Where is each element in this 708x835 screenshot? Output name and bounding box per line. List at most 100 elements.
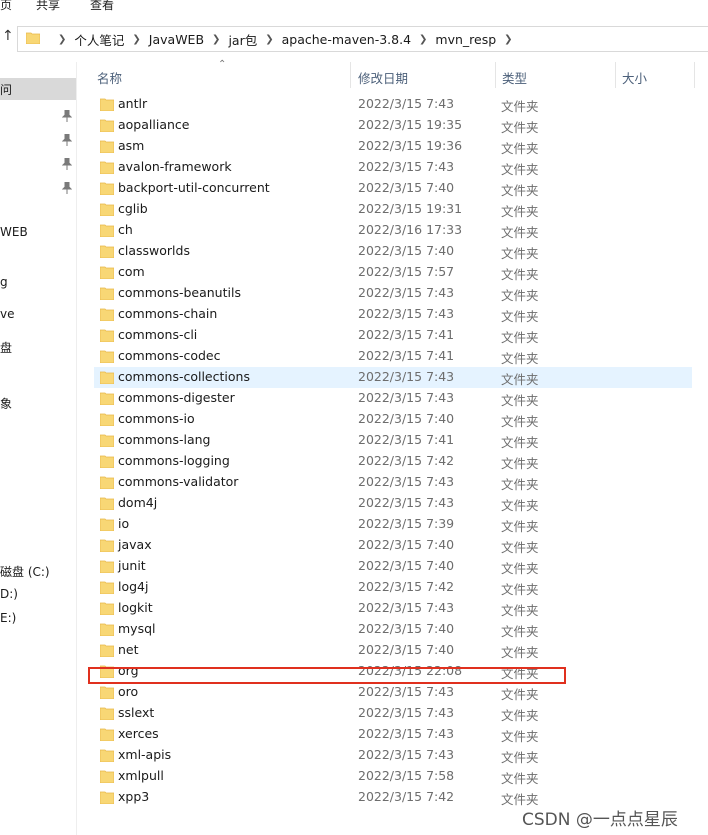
file-name[interactable]: dom4j [118,495,157,510]
file-row[interactable]: sslext 2022/3/15 7:43 文件夹 [94,703,692,724]
file-row[interactable]: commons-validator 2022/3/15 7:43 文件夹 [94,472,692,493]
file-name[interactable]: backport-util-concurrent [118,180,270,195]
file-name[interactable]: commons-digester [118,390,235,405]
file-row[interactable]: dom4j 2022/3/15 7:43 文件夹 [94,493,692,514]
nav-item-quick-access[interactable]: 问 [0,78,76,100]
column-divider[interactable] [350,62,351,88]
file-row[interactable]: avalon-framework 2022/3/15 7:43 文件夹 [94,157,692,178]
nav-item-drive-e[interactable]: E:) [0,608,76,630]
file-name[interactable]: commons-io [118,411,195,426]
nav-item-drive-c[interactable]: 磁盘 (C:) [0,560,76,582]
file-row[interactable]: io 2022/3/15 7:39 文件夹 [94,514,692,535]
breadcrumb-item[interactable]: apache-maven-3.8.4 [282,32,411,47]
file-row[interactable]: cglib 2022/3/15 19:31 文件夹 [94,199,692,220]
column-date[interactable]: 修改日期 [358,68,408,87]
pin-icon[interactable] [62,158,72,170]
file-row[interactable]: commons-io 2022/3/15 7:40 文件夹 [94,409,692,430]
column-type[interactable]: 类型 [502,68,527,87]
file-row[interactable]: javax 2022/3/15 7:40 文件夹 [94,535,692,556]
file-name[interactable]: cglib [118,201,148,216]
file-row[interactable]: commons-digester 2022/3/15 7:43 文件夹 [94,388,692,409]
file-row[interactable]: log4j 2022/3/15 7:42 文件夹 [94,577,692,598]
file-name[interactable]: aopalliance [118,117,189,132]
up-arrow-icon[interactable]: ↑ [2,28,14,44]
file-row[interactable]: asm 2022/3/15 19:36 文件夹 [94,136,692,157]
breadcrumb-item[interactable]: 个人笔记 [74,30,124,49]
file-row[interactable]: junit 2022/3/15 7:40 文件夹 [94,556,692,577]
file-row[interactable]: commons-cli 2022/3/15 7:41 文件夹 [94,325,692,346]
file-name[interactable]: commons-collections [118,369,250,384]
file-name[interactable]: commons-validator [118,474,238,489]
file-name[interactable]: junit [118,558,146,573]
file-name[interactable]: sslext [118,705,154,720]
file-row[interactable]: commons-lang 2022/3/15 7:41 文件夹 [94,430,692,451]
file-row[interactable]: commons-chain 2022/3/15 7:43 文件夹 [94,304,692,325]
pin-icon[interactable] [62,182,72,194]
file-name[interactable]: net [118,642,139,657]
file-name[interactable]: avalon-framework [118,159,232,174]
file-name[interactable]: com [118,264,145,279]
file-row[interactable]: commons-codec 2022/3/15 7:41 文件夹 [94,346,692,367]
file-row[interactable]: ch 2022/3/16 17:33 文件夹 [94,220,692,241]
file-row[interactable]: classworlds 2022/3/15 7:40 文件夹 [94,241,692,262]
file-row[interactable]: oro 2022/3/15 7:43 文件夹 [94,682,692,703]
chevron-right-icon[interactable]: ❯ [419,34,427,45]
file-row[interactable]: mysql 2022/3/15 7:40 文件夹 [94,619,692,640]
nav-item-javaweb[interactable]: WEB [0,222,76,244]
chevron-right-icon[interactable]: ❯ [504,34,512,45]
ribbon-tab-share[interactable]: 共享 [36,0,60,13]
file-row[interactable]: commons-beanutils 2022/3/15 7:43 文件夹 [94,283,692,304]
nav-item-drive-d[interactable]: D:) [0,584,76,606]
breadcrumb-item[interactable]: jar包 [228,30,257,49]
file-row[interactable]: xerces 2022/3/15 7:43 文件夹 [94,724,692,745]
file-name[interactable]: commons-lang [118,432,210,447]
file-name[interactable]: commons-beanutils [118,285,241,300]
file-row[interactable]: commons-logging 2022/3/15 7:42 文件夹 [94,451,692,472]
nav-item[interactable]: ve [0,304,76,326]
chevron-right-icon[interactable]: ❯ [265,34,273,45]
file-name[interactable]: antlr [118,96,147,111]
file-row[interactable]: logkit 2022/3/15 7:43 文件夹 [94,598,692,619]
file-name[interactable]: ch [118,222,133,237]
file-row[interactable]: com 2022/3/15 7:57 文件夹 [94,262,692,283]
file-name[interactable]: commons-cli [118,327,197,342]
nav-item[interactable]: 盘 [0,336,76,358]
chevron-right-icon[interactable]: ❯ [58,34,66,45]
chevron-right-icon[interactable]: ❯ [212,34,220,45]
ribbon-tab-view[interactable]: 查看 [90,0,114,13]
file-row[interactable]: backport-util-concurrent 2022/3/15 7:40 文件… [94,178,692,199]
file-name[interactable]: classworlds [118,243,190,258]
column-divider[interactable] [495,62,496,88]
chevron-right-icon[interactable]: ❯ [132,34,140,45]
file-row[interactable]: xmlpull 2022/3/15 7:58 文件夹 [94,766,692,787]
file-row[interactable]: antlr 2022/3/15 7:43 文件夹 [94,94,692,115]
file-name[interactable]: commons-codec [118,348,220,363]
column-divider[interactable] [694,62,695,88]
file-name[interactable]: io [118,516,129,531]
file-name[interactable]: javax [118,537,152,552]
column-size[interactable]: 大小 [622,68,647,87]
file-row[interactable]: xml-apis 2022/3/15 7:43 文件夹 [94,745,692,766]
file-name[interactable]: xmlpull [118,768,164,783]
file-name[interactable]: asm [118,138,144,153]
file-name[interactable]: mysql [118,621,156,636]
pin-icon[interactable] [62,134,72,146]
pin-icon[interactable] [62,110,72,122]
breadcrumb-item[interactable]: JavaWEB [149,32,204,47]
file-name[interactable]: xpp3 [118,789,149,804]
ribbon-tab-home[interactable]: 页 [0,0,12,13]
file-name[interactable]: commons-chain [118,306,217,321]
file-name[interactable]: oro [118,684,138,699]
breadcrumb-item[interactable]: mvn_resp [435,32,496,47]
nav-item[interactable]: 象 [0,392,76,414]
file-row[interactable]: aopalliance 2022/3/15 19:35 文件夹 [94,115,692,136]
nav-item[interactable]: g [0,272,76,294]
column-divider[interactable] [615,62,616,88]
column-name[interactable]: 名称 [97,68,122,87]
file-name[interactable]: logkit [118,600,153,615]
file-row[interactable]: commons-collections 2022/3/15 7:43 文件夹 [94,367,692,388]
address-bar[interactable]: ❯ 个人笔记 ❯ JavaWEB ❯ jar包 ❯ apache-maven-3… [17,26,708,52]
file-name[interactable]: commons-logging [118,453,230,468]
file-name[interactable]: log4j [118,579,148,594]
file-row[interactable]: net 2022/3/15 7:40 文件夹 [94,640,692,661]
